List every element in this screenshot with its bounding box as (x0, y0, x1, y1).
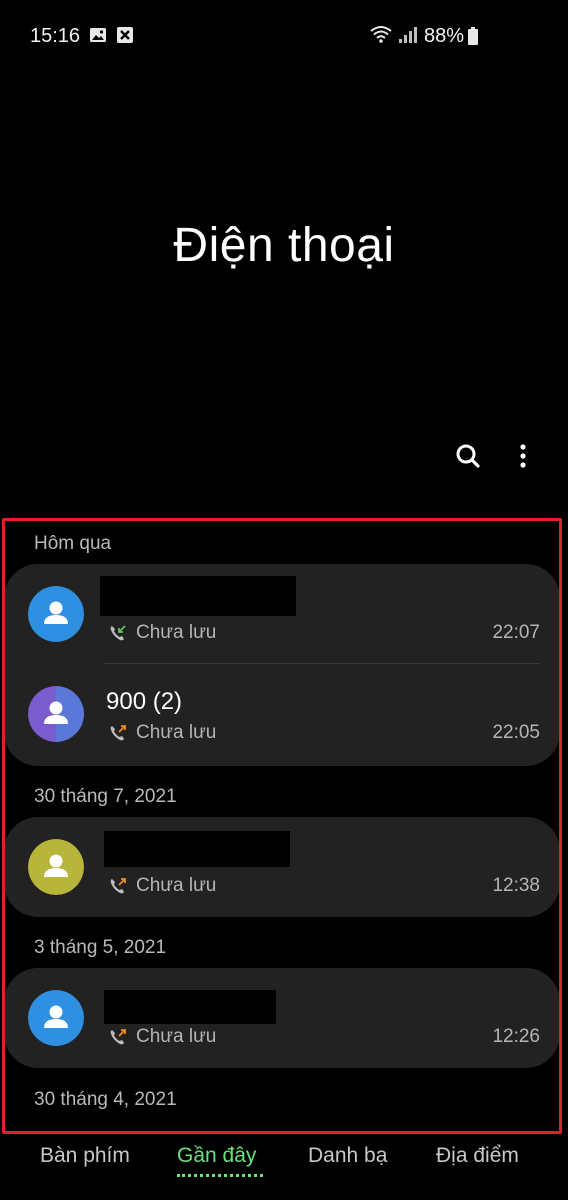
battery-percent: 88% (423, 25, 464, 47)
tab-recents[interactable]: Gần đây (177, 1144, 256, 1168)
tab-contacts[interactable]: Danh bạ (308, 1144, 387, 1168)
status-bar: 15:16 88% (0, 0, 568, 72)
app-title: Điện thoại (173, 219, 395, 272)
image-icon (90, 28, 106, 42)
bottom-nav: Bàn phím Gần đây Danh bạ Địa điểm (0, 1138, 568, 1200)
status-time: 15:16 (30, 25, 81, 47)
signal-icon (399, 27, 417, 43)
more-vert-icon (520, 444, 526, 468)
tab-places[interactable]: Địa điểm (436, 1144, 519, 1168)
more-options-button[interactable] (503, 436, 543, 476)
battery-icon (468, 27, 478, 45)
tab-keypad[interactable]: Bàn phím (40, 1144, 130, 1168)
highlight-box (2, 518, 562, 1134)
wifi-icon (370, 26, 392, 43)
search-button[interactable] (448, 436, 488, 476)
active-tab-indicator (177, 1174, 263, 1177)
blocked-notification-icon (117, 27, 133, 43)
search-icon (456, 444, 480, 468)
